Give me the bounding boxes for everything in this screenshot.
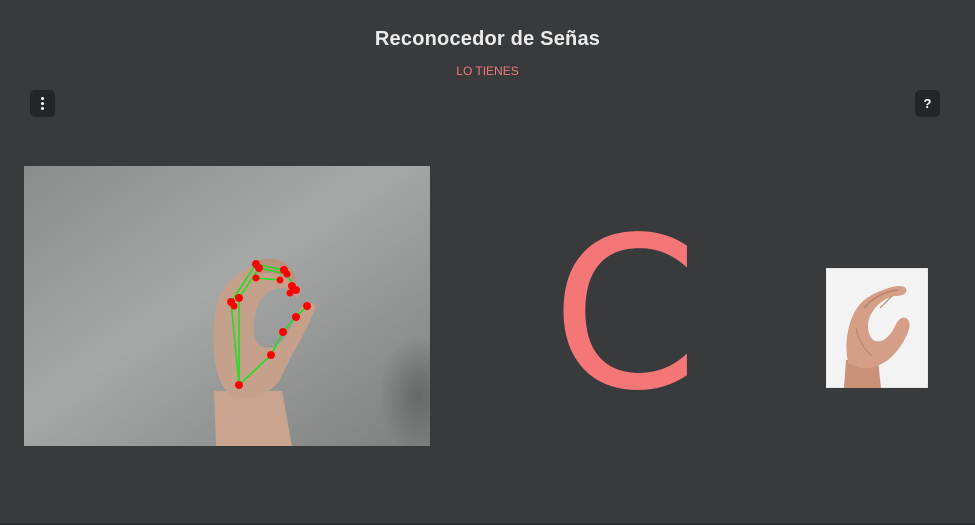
status-message: LO TIENES [456,64,519,78]
webcam-image [24,166,430,446]
page-title: Reconocedor de Señas [374,28,601,50]
menu-button[interactable] [30,90,55,117]
webcam-feed [24,166,430,446]
hand-sign-picture [826,268,928,388]
help-button[interactable]: ? [915,90,940,117]
recognized-letter: C [551,192,699,437]
vertical-dots-icon [41,97,44,110]
reference-sign-image [826,268,928,388]
question-icon: ? [923,96,932,111]
